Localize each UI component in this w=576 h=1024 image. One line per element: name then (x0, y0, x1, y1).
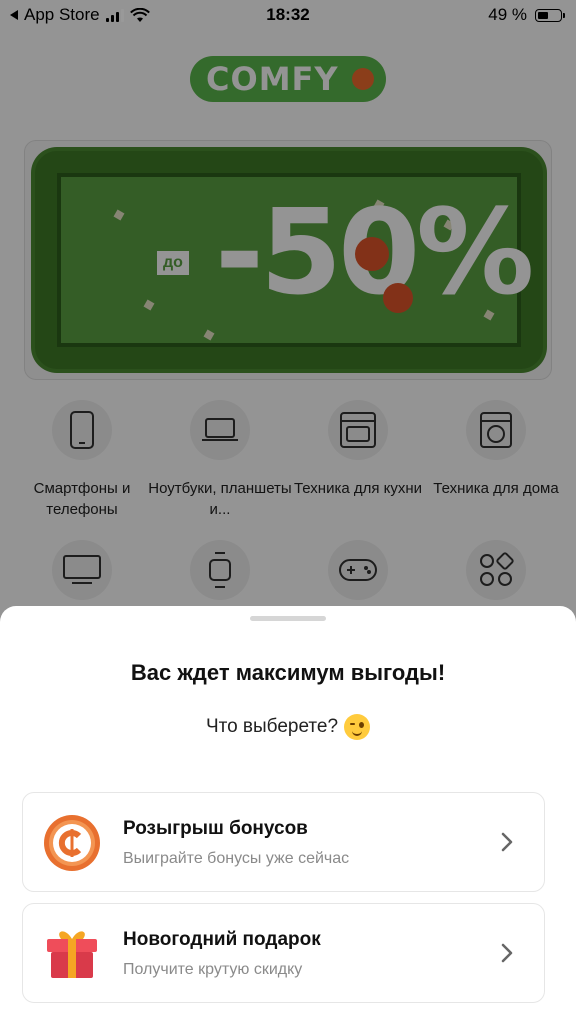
status-bar: App Store 18:32 49 % (0, 0, 576, 30)
gift-box-icon (47, 931, 97, 978)
sheet-subtitle: Что выберете? (205, 716, 339, 737)
option-new-year-gift[interactable]: Новогодний подарок Получите крутую скидк… (22, 903, 545, 1003)
chevron-right-icon (501, 943, 513, 963)
sheet-grabber[interactable] (250, 616, 326, 621)
option-title: Новогодний подарок (123, 929, 321, 950)
battery-percent: 49 % (488, 5, 527, 24)
battery-fill (538, 11, 548, 19)
sheet-subtitle-row: Что выберете? (0, 714, 576, 740)
chevron-right-icon (501, 832, 513, 852)
bonus-coin-icon (44, 815, 100, 871)
bottom-sheet: Вас ждет максимум выгоды! Что выберете? … (0, 606, 576, 1024)
option-title: Розыгрыш бонусов (123, 818, 308, 839)
option-description: Выиграйте бонусы уже сейчас (123, 850, 350, 867)
battery-area: 49 % (488, 5, 565, 25)
sheet-title: Вас ждет максимум выгоды! (130, 660, 446, 685)
winking-face-icon (344, 714, 371, 740)
option-description: Получите крутую скидку (123, 961, 303, 978)
option-bonus-raffle[interactable]: Розыгрыш бонусов Выиграйте бонусы уже се… (22, 792, 545, 892)
battery-icon (535, 8, 565, 22)
